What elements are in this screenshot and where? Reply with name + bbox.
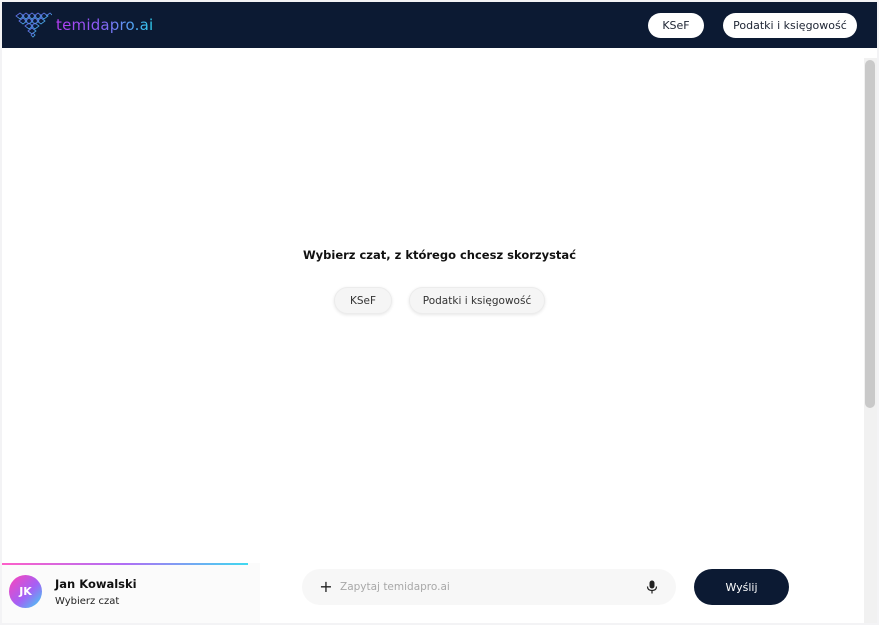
send-button[interactable]: Wyślij: [694, 569, 789, 605]
chat-chip-ksef[interactable]: KSeF: [334, 287, 392, 314]
user-panel[interactable]: JK Jan Kowalski Wybierz czat: [2, 563, 260, 623]
header-podatki-button[interactable]: Podatki i księgowość: [723, 13, 857, 38]
chat-chip-podatki[interactable]: Podatki i księgowość: [409, 287, 545, 314]
logo-text: temidapro.ai: [56, 16, 154, 34]
chat-select-title: Wybierz czat, z którego chcesz skorzysta…: [302, 248, 577, 262]
logo-mark-icon: [15, 12, 52, 38]
top-bar: temidapro.ai KSeF Podatki i księgowość: [2, 2, 877, 48]
scrollbar-thumb[interactable]: [865, 60, 875, 408]
message-composer: +: [302, 569, 676, 605]
logo[interactable]: temidapro.ai: [14, 12, 153, 38]
app-window: temidapro.ai KSeF Podatki i księgowość W…: [2, 2, 877, 623]
user-name: Jan Kowalski: [55, 577, 137, 591]
message-input[interactable]: [340, 577, 630, 597]
plus-icon[interactable]: +: [319, 579, 333, 595]
microphone-icon[interactable]: [646, 580, 658, 594]
header-ksef-button[interactable]: KSeF: [648, 13, 704, 38]
user-panel-divider: [2, 563, 248, 565]
avatar[interactable]: JK: [9, 575, 42, 608]
user-subtitle: Wybierz czat: [55, 596, 120, 607]
scrollbar[interactable]: [864, 58, 877, 623]
